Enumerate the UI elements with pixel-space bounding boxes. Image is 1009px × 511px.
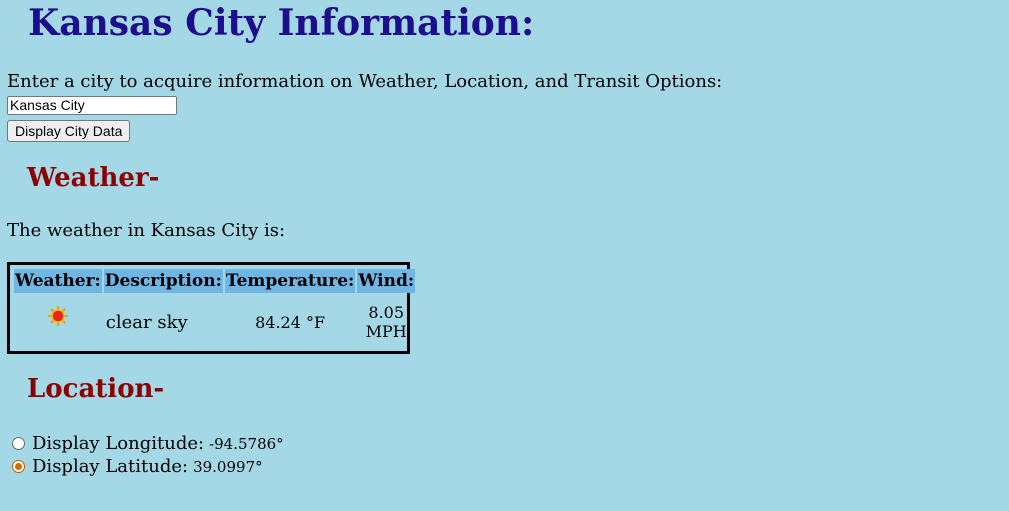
display-city-data-button[interactable]: Display City Data xyxy=(7,120,131,142)
weather-wind: 8.05 MPH xyxy=(365,303,407,341)
weather-description: clear sky xyxy=(105,311,188,333)
page: Kansas City Information: Enter a city to… xyxy=(0,0,1009,511)
city-input[interactable] xyxy=(7,96,177,115)
page-title: Kansas City Information: xyxy=(28,2,535,44)
latitude-option[interactable]: Display Latitude: 39.0997° xyxy=(12,456,263,477)
weather-summary: The weather in Kansas City is: xyxy=(7,220,286,241)
latitude-radio[interactable] xyxy=(12,460,25,473)
location-heading: Location- xyxy=(27,374,165,404)
header-weather: Weather: xyxy=(14,269,102,293)
latitude-label: Display Latitude: xyxy=(32,456,189,477)
header-description: Description: xyxy=(103,269,223,293)
longitude-radio[interactable] xyxy=(12,437,25,450)
weather-heading: Weather- xyxy=(27,163,160,193)
header-temperature: Temperature: xyxy=(224,269,356,293)
city-prompt: Enter a city to acquire information on W… xyxy=(7,71,723,92)
longitude-option[interactable]: Display Longitude: -94.5786° xyxy=(12,433,284,454)
weather-table-header-row: Weather: Description: Temperature: Wind: xyxy=(14,269,416,293)
longitude-value: -94.5786° xyxy=(209,434,284,453)
longitude-label: Display Longitude: xyxy=(32,433,205,454)
weather-icon-cell xyxy=(14,295,102,349)
weather-table-row: clear sky 84.24 °F 8.05 MPH xyxy=(14,295,415,349)
header-wind: Wind: xyxy=(357,269,416,293)
weather-temperature: 84.24 °F xyxy=(255,312,326,332)
sun-icon xyxy=(47,305,69,327)
weather-table: Weather: Description: Temperature: Wind: xyxy=(7,262,416,354)
latitude-value: 39.0997° xyxy=(193,457,263,476)
